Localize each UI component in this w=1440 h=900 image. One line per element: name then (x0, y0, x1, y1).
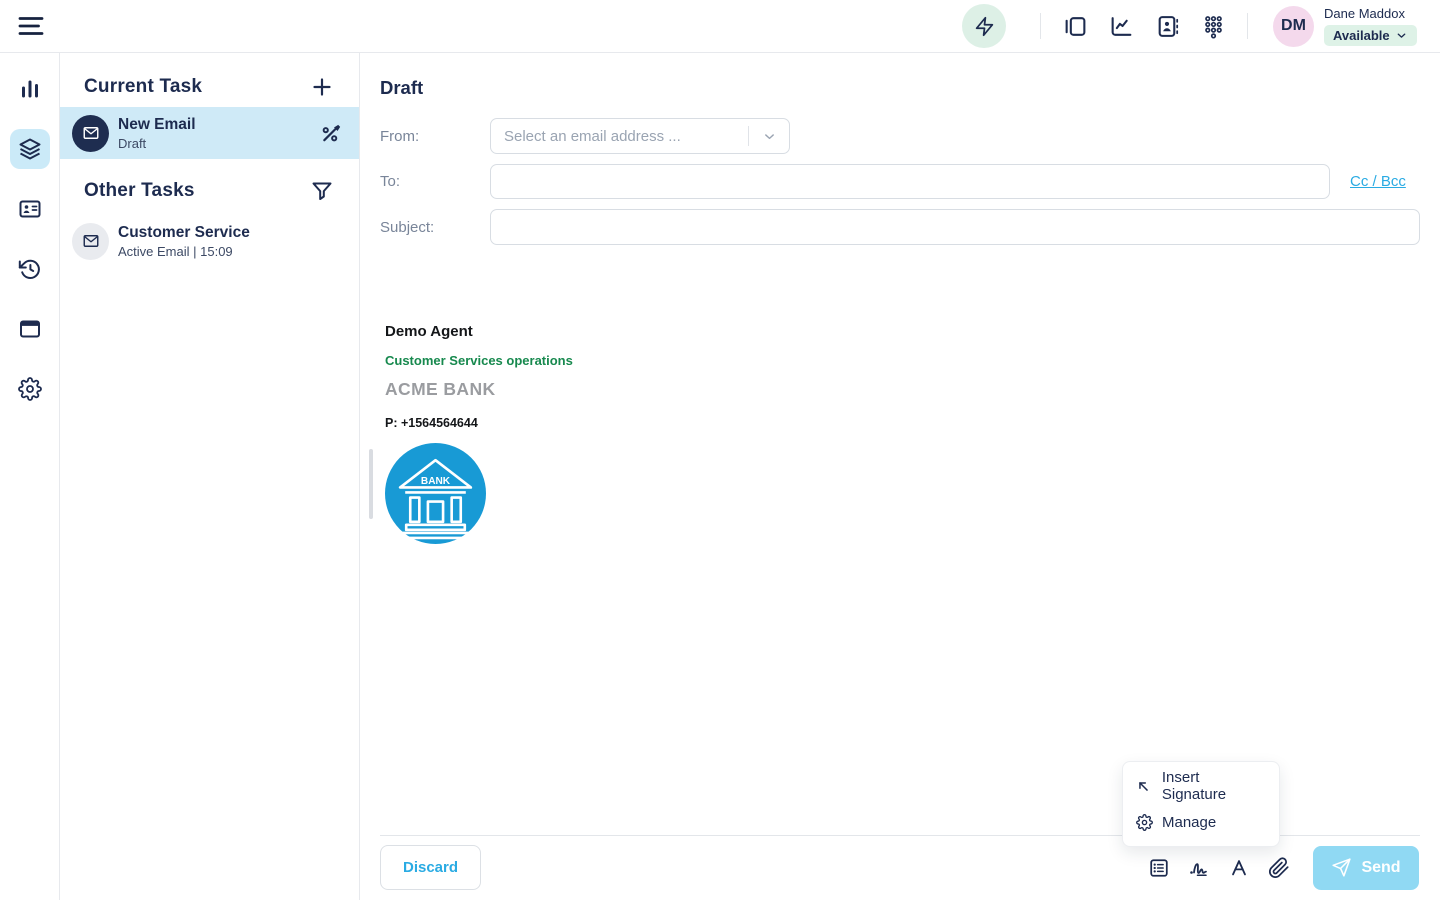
other-tasks-title: Other Tasks (84, 180, 195, 202)
draft-editor: Draft From: Select an email address ... … (360, 53, 1440, 900)
edit-draft-button[interactable] (319, 121, 343, 145)
rail-item-settings[interactable] (10, 369, 50, 409)
funnel-icon (310, 179, 334, 203)
task-avatar (72, 223, 109, 260)
dialpad-button[interactable] (1200, 13, 1226, 39)
arrow-up-left-icon (1135, 777, 1153, 795)
task-item-new-email[interactable]: New Email Draft (60, 107, 359, 159)
cc-bcc-link[interactable]: Cc / Bcc (1350, 173, 1406, 190)
page-title: Draft (380, 77, 1420, 99)
status-label: Available (1333, 28, 1390, 43)
contacts-button[interactable] (1154, 13, 1180, 39)
task-panel: Current Task New Email Draft (60, 53, 360, 900)
font-button[interactable] (1227, 856, 1251, 880)
to-label: To: (380, 173, 490, 190)
signature-menu: Insert Signature Manage (1122, 761, 1280, 847)
chevron-down-icon (749, 129, 789, 144)
add-task-button[interactable] (309, 74, 335, 100)
scrollbar-thumb[interactable] (369, 449, 373, 519)
layers-icon (18, 137, 42, 161)
task-subtitle: Active Email | 15:09 (118, 244, 343, 259)
rail-item-tasks[interactable] (10, 129, 50, 169)
topbar: DM Dane Maddox Available (0, 0, 1440, 53)
task-subtitle: Draft (118, 136, 319, 151)
subject-label: Subject: (380, 219, 490, 236)
editor-toolbar: Send (1147, 846, 1419, 890)
menu-button[interactable] (16, 12, 46, 40)
gear-icon (18, 377, 42, 401)
email-signature: Demo Agent Customer Services operations … (385, 323, 1420, 544)
panel-toggle-button[interactable] (1062, 13, 1088, 39)
font-icon (1228, 857, 1250, 879)
dialpad-icon (1201, 14, 1226, 39)
signature-phone: P: +1564564644 (385, 416, 1420, 430)
rail-item-browser[interactable] (10, 309, 50, 349)
topbar-divider (1247, 13, 1248, 39)
task-text: New Email Draft (118, 116, 319, 151)
task-item-customer-service[interactable]: Customer Service Active Email | 15:09 (60, 215, 359, 267)
signature-company: ACME BANK (385, 379, 1420, 400)
task-title: New Email (118, 116, 319, 134)
send-button[interactable]: Send (1313, 846, 1419, 890)
plus-icon (310, 75, 334, 99)
menu-item-label: Manage (1162, 814, 1216, 831)
pen-squiggle-icon (320, 122, 343, 145)
chevron-down-icon (1395, 29, 1408, 42)
task-avatar (72, 115, 109, 152)
history-icon (18, 257, 42, 281)
contact-card-icon (18, 197, 42, 221)
subject-input[interactable] (490, 209, 1420, 245)
zap-icon (974, 16, 995, 37)
bank-logo: BANK (385, 443, 486, 544)
task-title: Customer Service (118, 224, 343, 242)
current-task-title: Current Task (84, 76, 202, 98)
topbar-divider (1040, 13, 1041, 39)
signature-name: Demo Agent (385, 323, 1420, 340)
paper-plane-icon (1331, 857, 1352, 878)
browser-window-icon (18, 317, 42, 341)
signature-icon (1187, 856, 1211, 880)
attach-button[interactable] (1267, 856, 1291, 880)
hamburger-icon (17, 13, 45, 39)
to-input[interactable] (490, 164, 1330, 199)
editor-footer: Discard (380, 845, 1419, 890)
current-task-header: Current Task (60, 67, 359, 107)
topbar-actions: DM Dane Maddox Available (962, 4, 1417, 48)
from-label: From: (380, 128, 490, 145)
left-rail (0, 53, 60, 900)
paperclip-icon (1268, 857, 1290, 879)
status-dropdown[interactable]: Available (1324, 25, 1417, 46)
filter-button[interactable] (309, 178, 335, 204)
draft-form: From: Select an email address ... To: Cc… (380, 118, 1420, 245)
send-label: Send (1361, 859, 1400, 877)
bank-logo-label: BANK (421, 476, 451, 487)
envelope-icon (82, 232, 100, 250)
user-avatar[interactable]: DM (1273, 6, 1314, 47)
discard-button[interactable]: Discard (380, 845, 481, 890)
side-panel-icon (1063, 14, 1088, 39)
list-box-icon (1148, 857, 1170, 879)
contacts-book-icon (1155, 14, 1180, 39)
from-select[interactable]: Select an email address ... (490, 118, 790, 154)
menu-item-insert-signature[interactable]: Insert Signature (1123, 768, 1279, 804)
user-name: Dane Maddox (1324, 6, 1417, 21)
template-button[interactable] (1147, 856, 1171, 880)
analytics-button[interactable] (1108, 13, 1134, 39)
gear-icon (1135, 813, 1153, 831)
quick-actions-button[interactable] (962, 4, 1006, 48)
signature-role: Customer Services operations (385, 353, 1420, 368)
menu-item-label: Insert Signature (1162, 769, 1267, 803)
from-placeholder: Select an email address ... (504, 128, 748, 145)
bar-chart-icon (18, 77, 42, 101)
signature-button[interactable] (1187, 856, 1211, 880)
user-block: Dane Maddox Available (1324, 6, 1417, 46)
task-text: Customer Service Active Email | 15:09 (118, 224, 343, 259)
rail-item-history[interactable] (10, 249, 50, 289)
envelope-icon (82, 124, 100, 142)
rail-item-contacts[interactable] (10, 189, 50, 229)
other-tasks-header: Other Tasks (60, 171, 359, 211)
trend-chart-icon (1109, 14, 1134, 39)
menu-item-manage[interactable]: Manage (1123, 804, 1279, 840)
rail-item-dashboard[interactable] (10, 69, 50, 109)
